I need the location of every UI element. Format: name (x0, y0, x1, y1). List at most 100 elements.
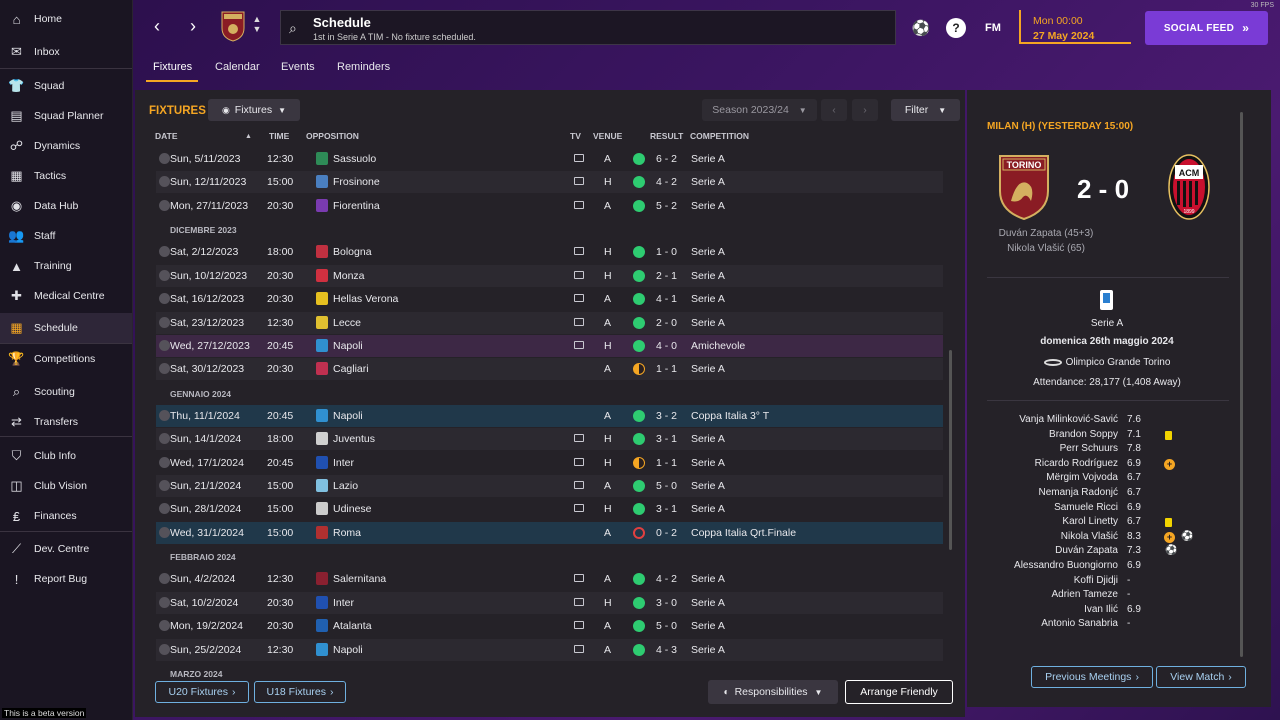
column-header-date[interactable]: DATE (155, 131, 178, 141)
fm-menu-icon[interactable]: FM (981, 18, 1005, 38)
fixture-score[interactable]: 2 - 1 (656, 270, 677, 282)
fixture-opposition[interactable]: Monza (333, 270, 365, 282)
fixture-competition[interactable]: Serie A (691, 480, 725, 492)
sidebar-item-report-bug[interactable]: ! Report Bug (0, 564, 132, 594)
fixture-competition[interactable]: Serie A (691, 363, 725, 375)
column-header-competition[interactable]: COMPETITION (690, 131, 749, 141)
fixture-opposition[interactable]: Napoli (333, 340, 363, 352)
fixture-competition[interactable]: Serie A (691, 503, 725, 515)
column-header-result[interactable]: RESULT (650, 131, 683, 141)
table-row[interactable]: Mon, 27/11/2023 20:30 Fiorentina A 5 - 2 Seri… (156, 195, 943, 217)
fixture-opposition[interactable]: Roma (333, 527, 361, 539)
fixture-opposition[interactable]: Juventus (333, 433, 375, 445)
fixture-opposition[interactable]: Frosinone (333, 176, 380, 188)
fixture-opposition[interactable]: Bologna (333, 246, 372, 258)
player-name[interactable]: Alessandro Buongiorno (1014, 560, 1118, 571)
sidebar-item-dynamics[interactable]: ☍ Dynamics (0, 131, 132, 161)
fixture-competition[interactable]: Serie A (691, 620, 725, 632)
fixture-opposition[interactable]: Cagliari (333, 363, 369, 375)
forward-arrow-icon[interactable]: › (183, 14, 203, 38)
sidebar-item-club-info[interactable]: ⛉ Club Info (0, 441, 132, 471)
match-panel-scrollbar[interactable] (1240, 112, 1243, 657)
table-row[interactable]: Sun, 25/2/2024 12:30 Napoli A 4 - 3 Serie A (156, 638, 943, 661)
fixture-competition[interactable]: Serie A (691, 597, 725, 609)
fixture-score[interactable]: 1 - 1 (656, 363, 677, 375)
globe-icon[interactable]: ⚽ (911, 18, 931, 38)
fixture-opposition[interactable]: Sassuolo (333, 153, 376, 165)
fixture-competition[interactable]: Serie A (691, 153, 725, 165)
player-name[interactable]: Adrien Tameze (1051, 589, 1118, 600)
season-dropdown[interactable]: Season 2023/24 ▼ (702, 99, 817, 121)
fixture-score[interactable]: 3 - 1 (656, 503, 677, 515)
social-feed-button[interactable]: SOCIAL FEED » (1145, 11, 1268, 45)
fixture-score[interactable]: 5 - 0 (656, 480, 677, 492)
player-name[interactable]: Nemanja Radonjć (1039, 487, 1119, 498)
fixtures-scrollbar[interactable] (949, 350, 952, 550)
fixtures-view-dropdown[interactable]: ◉ Fixtures ▼ (208, 99, 300, 121)
player-name[interactable]: Perr Schuurs (1060, 443, 1118, 454)
fixture-score[interactable]: 2 - 0 (656, 317, 677, 329)
fixture-opposition[interactable]: Napoli (333, 644, 363, 656)
arrange-friendly-button[interactable]: Arrange Friendly (845, 680, 953, 704)
sidebar-item-staff[interactable]: 👥 Staff (0, 221, 132, 251)
fixture-opposition[interactable]: Inter (333, 597, 354, 609)
fixture-score[interactable]: 6 - 2 (656, 153, 677, 165)
fixture-opposition[interactable]: Lazio (333, 480, 358, 492)
player-name[interactable]: Ricardo Rodríguez (1035, 458, 1118, 469)
player-name[interactable]: Vanja Milinković-Savić (1019, 414, 1118, 425)
fixture-score[interactable]: 1 - 0 (656, 246, 677, 258)
player-name[interactable]: Duván Zapata (1055, 545, 1118, 556)
fixture-competition[interactable]: Serie A (691, 270, 725, 282)
fixture-competition[interactable]: Serie A (691, 176, 725, 188)
fixture-opposition[interactable]: Hellas Verona (333, 293, 398, 305)
fixture-competition[interactable]: Serie A (691, 246, 725, 258)
table-row[interactable]: Sun, 12/11/2023 15:00 Frosinone H 4 - 2 Serie… (156, 171, 943, 194)
tab-fixtures[interactable]: Fixtures (153, 61, 192, 73)
fixture-competition[interactable]: Serie A (691, 644, 725, 656)
sidebar-item-squad-planner[interactable]: ▤ Squad Planner (0, 101, 132, 131)
fixture-competition[interactable]: Amichevole (691, 340, 745, 352)
table-row[interactable]: Sun, 4/2/2024 12:30 Salernitana A 4 - 2 Serie… (156, 568, 943, 590)
fixture-opposition[interactable]: Napoli (333, 410, 363, 422)
fixture-score[interactable]: 3 - 1 (656, 433, 677, 445)
view-match-button[interactable]: View Match › (1156, 666, 1246, 688)
table-row[interactable]: Sun, 28/1/2024 15:00 Udinese H 3 - 1 Serie A (156, 498, 943, 520)
fixture-score[interactable]: 3 - 2 (656, 410, 677, 422)
sidebar-item-dev-centre[interactable]: ⟋ Dev. Centre (0, 534, 132, 564)
page-header-box[interactable]: ⌕ Schedule 1st in Serie A TIM - No fixtu… (280, 10, 896, 45)
club-switch-icon[interactable]: ▲ ▼ (251, 14, 263, 34)
fixture-opposition[interactable]: Atalanta (333, 620, 372, 632)
fixture-competition[interactable]: Coppa Italia Qrt.Finale (691, 527, 796, 539)
player-name[interactable]: Nikola Vlašić (1061, 531, 1118, 542)
fixture-opposition[interactable]: Salernitana (333, 573, 386, 585)
search-icon[interactable]: ⌕ (289, 20, 297, 37)
table-row[interactable]: Wed, 27/12/2023 20:45 Napoli H 4 - 0 Amichevo… (156, 334, 943, 357)
game-date[interactable]: Mon 00:00 27 May 2024 (1019, 10, 1131, 44)
table-row[interactable]: Sun, 21/1/2024 15:00 Lazio A 5 - 0 Serie A (156, 475, 943, 497)
fixture-score[interactable]: 3 - 0 (656, 597, 677, 609)
fixture-score[interactable]: 4 - 3 (656, 644, 677, 656)
player-name[interactable]: Ivan Ilić (1084, 604, 1118, 615)
sidebar-item-inbox[interactable]: ✉ Inbox (0, 37, 132, 67)
sidebar-item-finances[interactable]: ₤ Finances (0, 501, 132, 531)
player-name[interactable]: Brandon Soppy (1049, 429, 1118, 440)
table-row[interactable]: Sun, 10/12/2023 20:30 Monza H 2 - 1 Serie A (156, 264, 943, 287)
tab-calendar[interactable]: Calendar (215, 61, 260, 73)
player-name[interactable]: Mërgim Vojvoda (1046, 472, 1118, 483)
filter-dropdown[interactable]: Filter ▼ (891, 99, 960, 121)
table-row[interactable]: Sat, 30/12/2023 20:30 Cagliari A 1 - 1 Serie … (156, 358, 943, 381)
sidebar-item-club-vision[interactable]: ◫ Club Vision (0, 471, 132, 501)
club-crest-icon[interactable] (220, 10, 246, 42)
fixture-score[interactable]: 5 - 2 (656, 200, 677, 212)
sidebar-item-data-hub[interactable]: ◉ Data Hub (0, 191, 132, 221)
sidebar-item-competitions[interactable]: 🏆 Competitions (0, 344, 132, 374)
season-prev-button[interactable]: ‹ (821, 99, 847, 121)
sort-ascending-icon[interactable]: ▲ (245, 133, 252, 140)
column-header-tv[interactable]: TV (570, 131, 581, 141)
season-next-button[interactable]: › (852, 99, 878, 121)
fixture-score[interactable]: 4 - 2 (656, 573, 677, 585)
fixture-competition[interactable]: Coppa Italia 3° T (691, 410, 769, 422)
fixture-score[interactable]: 1 - 1 (656, 457, 677, 469)
fixture-opposition[interactable]: Lecce (333, 317, 361, 329)
table-row[interactable]: Sat, 23/12/2023 12:30 Lecce A 2 - 0 Serie A (156, 311, 943, 334)
